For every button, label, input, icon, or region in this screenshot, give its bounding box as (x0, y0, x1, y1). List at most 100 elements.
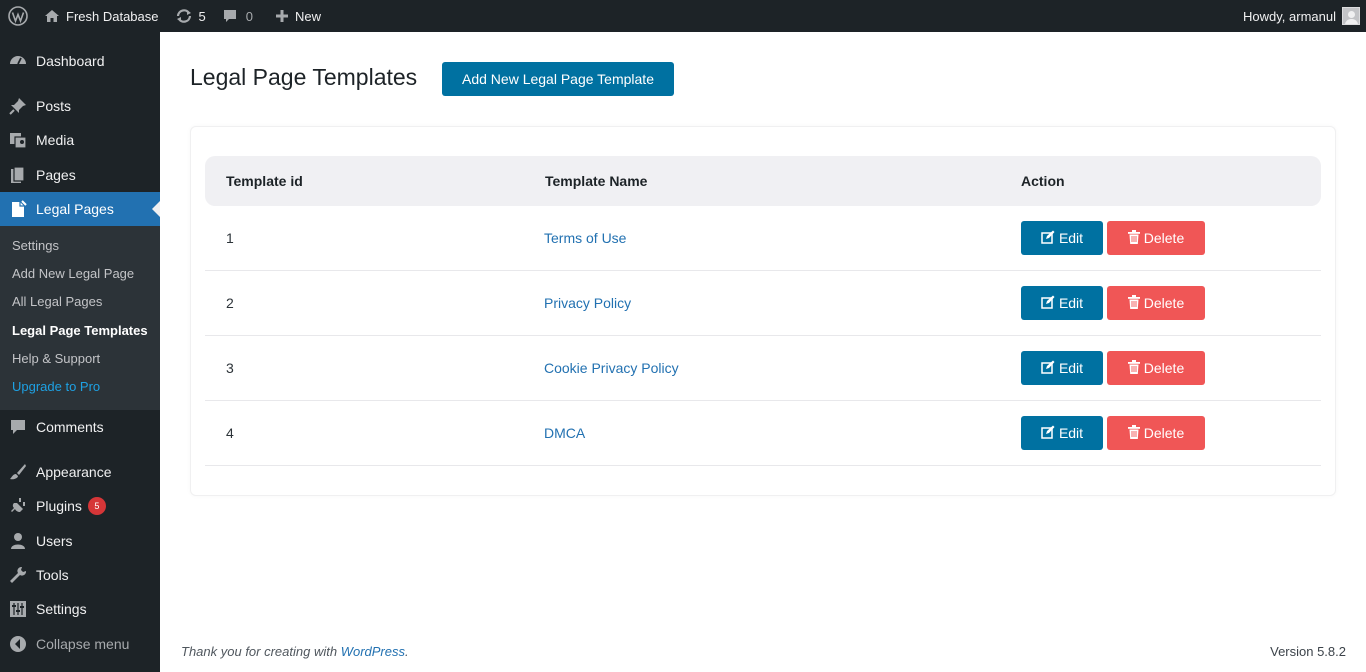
sidebar-item-label: Plugins (36, 498, 82, 514)
sidebar-item-label: Collapse menu (36, 636, 130, 652)
submenu-settings[interactable]: Settings (12, 238, 59, 253)
updates-link[interactable]: 5 (167, 0, 214, 32)
template-name-link[interactable]: Cookie Privacy Policy (544, 360, 679, 376)
sidebar-item-posts[interactable]: Posts (0, 89, 160, 123)
site-name: Fresh Database (66, 8, 159, 24)
delete-label: Delete (1143, 425, 1185, 441)
delete-button[interactable]: Delete (1107, 351, 1205, 385)
wordpress-link[interactable]: WordPress (341, 644, 405, 659)
footer-thanks-prefix: Thank you for creating with (181, 644, 341, 659)
delete-label: Delete (1143, 230, 1185, 246)
wordpress-logo-icon[interactable] (0, 0, 36, 32)
updates-count: 5 (198, 8, 206, 24)
submenu-upgrade-to-pro[interactable]: Upgrade to Pro (12, 379, 100, 394)
user-icon (0, 532, 36, 550)
footer-thanks: Thank you for creating with WordPress. (181, 644, 409, 659)
template-id-cell: 3 (226, 360, 234, 376)
plus-icon (275, 9, 289, 23)
submenu-add-new-legal-page[interactable]: Add New Legal Page (12, 266, 134, 281)
sidebar-item-label: Dashboard (36, 53, 105, 69)
trash-icon (1127, 229, 1140, 247)
plug-icon (0, 497, 36, 515)
submenu-help-support[interactable]: Help & Support (12, 351, 100, 366)
sliders-icon (0, 600, 36, 618)
table-row: 2 Privacy Policy Edit Delete (205, 271, 1321, 336)
new-label: New (294, 8, 321, 24)
submenu-legal-page-templates[interactable]: Legal Page Templates (12, 323, 148, 338)
sidebar-item-tools[interactable]: Tools (0, 558, 160, 592)
template-name-link[interactable]: DMCA (544, 425, 585, 441)
sidebar-item-comments[interactable]: Comments (0, 410, 160, 444)
media-icon (0, 131, 36, 149)
delete-button[interactable]: Delete (1107, 221, 1205, 255)
edit-button[interactable]: Edit (1021, 416, 1103, 450)
pages-icon (0, 166, 36, 184)
plugins-update-badge: 5 (87, 497, 106, 515)
sidebar-item-label: Users (36, 533, 73, 549)
template-name-link[interactable]: Privacy Policy (544, 295, 631, 311)
version-text: Version 5.8.2 (1270, 644, 1346, 659)
table-row: 1 Terms of Use Edit Delete (205, 206, 1321, 271)
legal-pages-submenu: Settings Add New Legal Page All Legal Pa… (0, 226, 160, 410)
trash-icon (1127, 294, 1140, 312)
add-new-template-button[interactable]: Add New Legal Page Template (442, 62, 674, 96)
user-account-link[interactable]: Howdy, armanul (1235, 0, 1366, 32)
delete-button[interactable]: Delete (1107, 286, 1205, 320)
sidebar-item-plugins[interactable]: Plugins 5 (0, 489, 160, 523)
site-name-link[interactable]: Fresh Database (36, 0, 167, 32)
edit-label: Edit (1058, 230, 1084, 246)
footer-thanks-suffix: . (405, 644, 409, 659)
edit-label: Edit (1058, 425, 1084, 441)
collapse-menu-button[interactable]: Collapse menu (0, 627, 160, 661)
sidebar-item-appearance[interactable]: Appearance (0, 455, 160, 489)
sidebar-item-pages[interactable]: Pages (0, 158, 160, 192)
sidebar-item-legal-pages[interactable]: Legal Pages (0, 192, 160, 226)
delete-label: Delete (1143, 360, 1185, 376)
sidebar-item-media[interactable]: Media (0, 123, 160, 157)
pin-icon (0, 97, 36, 115)
table-row: 3 Cookie Privacy Policy Edit Delete (205, 336, 1321, 401)
edit-label: Edit (1058, 295, 1084, 311)
column-header-template-name: Template Name (545, 173, 648, 189)
table-header: Template id Template Name Action (205, 156, 1321, 206)
sidebar-item-settings[interactable]: Settings (0, 592, 160, 626)
template-id-cell: 1 (226, 230, 234, 246)
sidebar-item-label: Legal Pages (36, 201, 114, 217)
howdy-text: Howdy, armanul (1243, 8, 1336, 24)
edit-icon (1041, 360, 1055, 377)
edit-icon (1041, 230, 1055, 247)
edit-label: Edit (1058, 360, 1084, 376)
trash-icon (1127, 359, 1140, 377)
sidebar-item-label: Posts (36, 98, 72, 114)
document-icon (0, 200, 36, 218)
delete-button[interactable]: Delete (1107, 416, 1205, 450)
template-id-cell: 2 (226, 295, 234, 311)
sidebar-item-users[interactable]: Users (0, 524, 160, 558)
edit-button[interactable]: Edit (1021, 221, 1103, 255)
delete-label: Delete (1143, 295, 1185, 311)
sidebar-item-label: Media (36, 132, 75, 148)
comment-icon (222, 8, 238, 24)
home-icon (44, 8, 60, 24)
edit-button[interactable]: Edit (1021, 286, 1103, 320)
updates-icon (175, 8, 193, 24)
column-header-template-id: Template id (226, 173, 303, 189)
sidebar-item-label: Comments (36, 419, 104, 435)
comments-link[interactable]: 0 (214, 0, 261, 32)
new-content-link[interactable]: New (267, 0, 329, 32)
comments-count: 0 (245, 8, 253, 24)
edit-button[interactable]: Edit (1021, 351, 1103, 385)
submenu-all-legal-pages[interactable]: All Legal Pages (12, 294, 102, 309)
template-id-cell: 4 (226, 425, 234, 441)
collapse-icon (0, 635, 36, 653)
admin-bar: Fresh Database 5 0 New Howdy, armanul (0, 0, 1366, 32)
brush-icon (0, 463, 36, 481)
table-row: 4 DMCA Edit Delete (205, 401, 1321, 466)
avatar (1342, 7, 1360, 25)
page-title: Legal Page Templates (190, 64, 418, 90)
wrench-icon (0, 566, 36, 584)
comment-icon (0, 418, 36, 436)
template-name-link[interactable]: Terms of Use (544, 230, 626, 246)
sidebar-item-dashboard[interactable]: Dashboard (0, 44, 160, 78)
sidebar-item-label: Settings (36, 601, 87, 617)
